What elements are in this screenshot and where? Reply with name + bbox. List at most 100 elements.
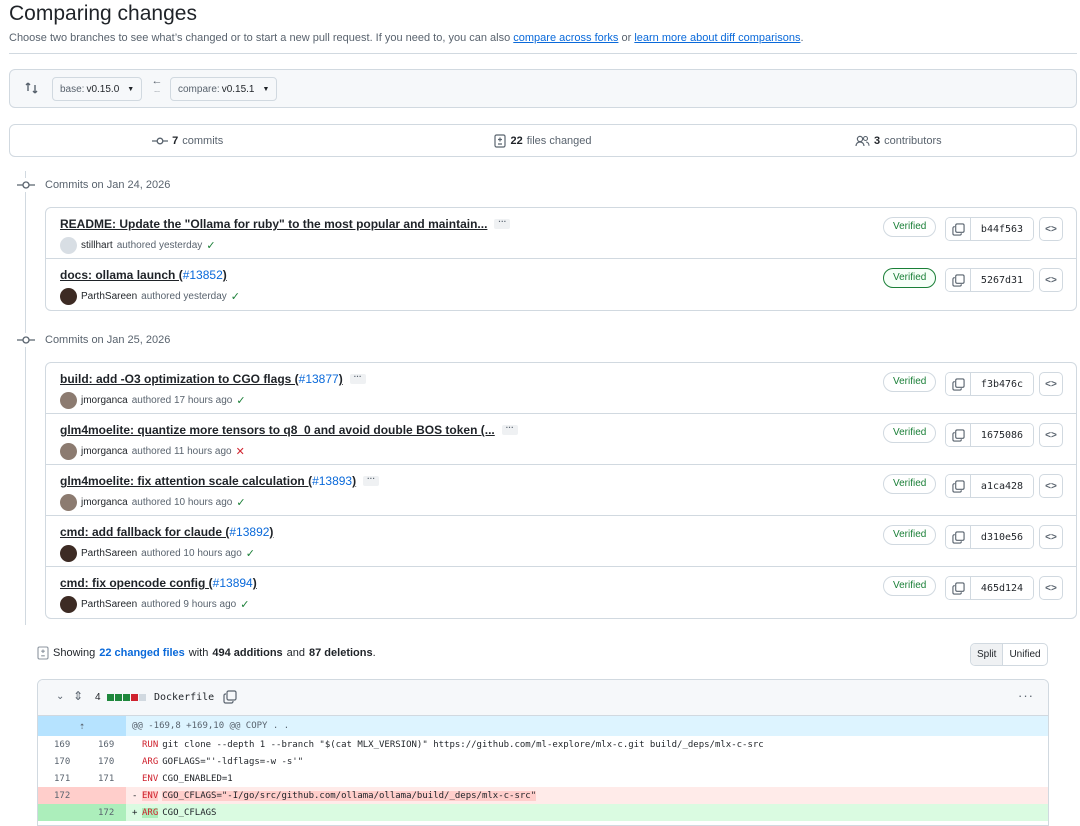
verified-badge[interactable]: Verified	[883, 576, 937, 596]
expand-message-button[interactable]: ···	[501, 424, 518, 435]
pr-link[interactable]: #13877	[299, 372, 339, 386]
commit-sha-link[interactable]: b44f563	[971, 218, 1033, 240]
verified-badge[interactable]: Verified	[883, 217, 937, 237]
commit-row: docs: ollama launch (#13852) ParthSareen a…	[46, 259, 1076, 310]
copy-icon[interactable]	[946, 373, 971, 395]
browse-code-icon[interactable]: <>	[1039, 423, 1063, 447]
commit-icon	[152, 137, 169, 144]
old-line-number[interactable]: 170	[38, 753, 82, 770]
commit-sha-link[interactable]: 5267d31	[971, 269, 1033, 291]
check-icon[interactable]: ✓	[246, 547, 255, 560]
copy-icon[interactable]	[946, 424, 971, 446]
verified-badge[interactable]: Verified	[883, 474, 937, 494]
check-icon[interactable]: ✓	[236, 394, 245, 407]
check-icon[interactable]: ✓	[236, 496, 245, 509]
pr-link[interactable]: #13852	[183, 268, 223, 282]
commit-title[interactable]: docs: ollama launch (#13852)	[60, 268, 227, 282]
commit-title[interactable]: cmd: fix opencode config (#13894)	[60, 576, 257, 590]
diff-code: RUN git clone --depth 1 --branch "$(cat M…	[142, 739, 764, 750]
pr-link[interactable]: #13894	[213, 576, 253, 590]
new-line-number[interactable]: 172	[82, 804, 126, 821]
commit-author[interactable]: jmorganca	[81, 395, 128, 406]
compare-branch-select[interactable]: compare: v0.15.1 ▼	[170, 77, 278, 101]
copy-icon[interactable]	[946, 577, 971, 599]
commit-author[interactable]: jmorganca	[81, 497, 128, 508]
verified-badge[interactable]: Verified	[883, 268, 937, 288]
copy-icon[interactable]	[946, 526, 971, 548]
new-line-number[interactable]: 169	[82, 736, 126, 753]
avatar[interactable]	[60, 596, 77, 613]
commits-stat[interactable]: 7 commits	[10, 135, 365, 147]
unified-view-button[interactable]: Unified	[1003, 644, 1046, 665]
changed-files-link[interactable]: 22 changed files	[99, 647, 185, 659]
commit-title[interactable]: glm4moelite: fix attention scale calcula…	[60, 474, 380, 488]
commit-title[interactable]: glm4moelite: quantize more tensors to q8…	[60, 423, 518, 437]
old-line-number[interactable]: 169	[38, 736, 82, 753]
copy-icon[interactable]	[946, 269, 971, 291]
browse-code-icon[interactable]: <>	[1039, 217, 1063, 241]
browse-code-icon[interactable]: <>	[1039, 576, 1063, 600]
avatar[interactable]	[60, 288, 77, 305]
commit-author[interactable]: ParthSareen	[81, 599, 137, 610]
commit-title[interactable]: README: Update the "Ollama for ruby" to …	[60, 217, 511, 231]
old-line-number[interactable]	[38, 804, 82, 821]
check-icon[interactable]: ✓	[240, 598, 249, 611]
verified-badge[interactable]: Verified	[883, 525, 937, 545]
expand-up-icon[interactable]: ⇡	[38, 716, 126, 736]
browse-code-icon[interactable]: <>	[1039, 525, 1063, 549]
copy-icon[interactable]	[946, 218, 971, 240]
git-compare-icon[interactable]	[24, 80, 40, 96]
avatar[interactable]	[60, 392, 77, 409]
verified-badge[interactable]: Verified	[883, 423, 937, 443]
file-name[interactable]: Dockerfile	[154, 692, 214, 703]
commit-sha-link[interactable]: 465d124	[971, 577, 1033, 599]
browse-code-icon[interactable]: <>	[1039, 474, 1063, 498]
x-icon[interactable]: ✕	[236, 445, 245, 458]
old-line-number[interactable]: 171	[38, 770, 82, 787]
commit-sha-link[interactable]: d310e56	[971, 526, 1033, 548]
copy-icon[interactable]	[946, 475, 971, 497]
check-icon[interactable]: ✓	[231, 290, 240, 303]
avatar[interactable]	[60, 237, 77, 254]
avatar[interactable]	[60, 494, 77, 511]
commit-title[interactable]: build: add -O3 optimization to CGO flags…	[60, 372, 366, 386]
verified-badge[interactable]: Verified	[883, 372, 937, 392]
files-changed-stat[interactable]: 22 files changed	[365, 133, 720, 148]
new-line-number[interactable]	[82, 787, 126, 804]
expand-message-button[interactable]: ···	[363, 475, 380, 486]
commit-title[interactable]: cmd: add fallback for claude (#13892)	[60, 525, 273, 539]
avatar[interactable]	[60, 545, 77, 562]
file-options-icon[interactable]: ···	[1018, 688, 1034, 703]
new-line-number[interactable]: 171	[82, 770, 126, 787]
commit-sha-link[interactable]: f3b476c	[971, 373, 1033, 395]
check-icon[interactable]: ✓	[206, 239, 215, 252]
commit-sha-link[interactable]: a1ca428	[971, 475, 1033, 497]
chevron-down-icon[interactable]: ⌄	[56, 691, 64, 702]
commit-sha-link[interactable]: 1675086	[971, 424, 1033, 446]
browse-code-icon[interactable]: <>	[1039, 268, 1063, 292]
commit-author[interactable]: ParthSareen	[81, 291, 137, 302]
commit-time: authored yesterday	[141, 291, 227, 302]
expand-message-button[interactable]: ···	[494, 218, 511, 229]
compare-across-forks-link[interactable]: compare across forks	[513, 32, 618, 44]
pr-link[interactable]: #13892	[229, 525, 269, 539]
unfold-icon[interactable]: ⇕	[73, 689, 83, 703]
browse-code-icon[interactable]: <>	[1039, 372, 1063, 396]
copy-icon[interactable]	[223, 690, 237, 704]
new-line-number[interactable]: 170	[82, 753, 126, 770]
split-view-button[interactable]: Split	[971, 644, 1004, 665]
sha-group: b44f563	[945, 217, 1034, 241]
expand-message-button[interactable]: ···	[349, 373, 366, 384]
caret-down-icon: ▼	[127, 85, 135, 93]
commit-author[interactable]: jmorganca	[81, 446, 128, 457]
commit-author[interactable]: ParthSareen	[81, 548, 137, 559]
avatar[interactable]	[60, 443, 77, 460]
learn-more-link[interactable]: learn more about diff comparisons	[634, 32, 800, 44]
pr-link[interactable]: #13893	[312, 474, 352, 488]
contributors-stat[interactable]: 3 contributors	[721, 135, 1076, 147]
commit-meta: stillhart authored yesterday ✓	[60, 237, 216, 254]
file-diff: ⌄ ⇕ 4 Dockerfile ··· ⇡ @@ -169,8 +169,10…	[37, 679, 1049, 826]
commit-author[interactable]: stillhart	[81, 240, 113, 251]
base-branch-select[interactable]: base: v0.15.0 ▼	[52, 77, 143, 101]
old-line-number[interactable]: 172	[38, 787, 82, 804]
